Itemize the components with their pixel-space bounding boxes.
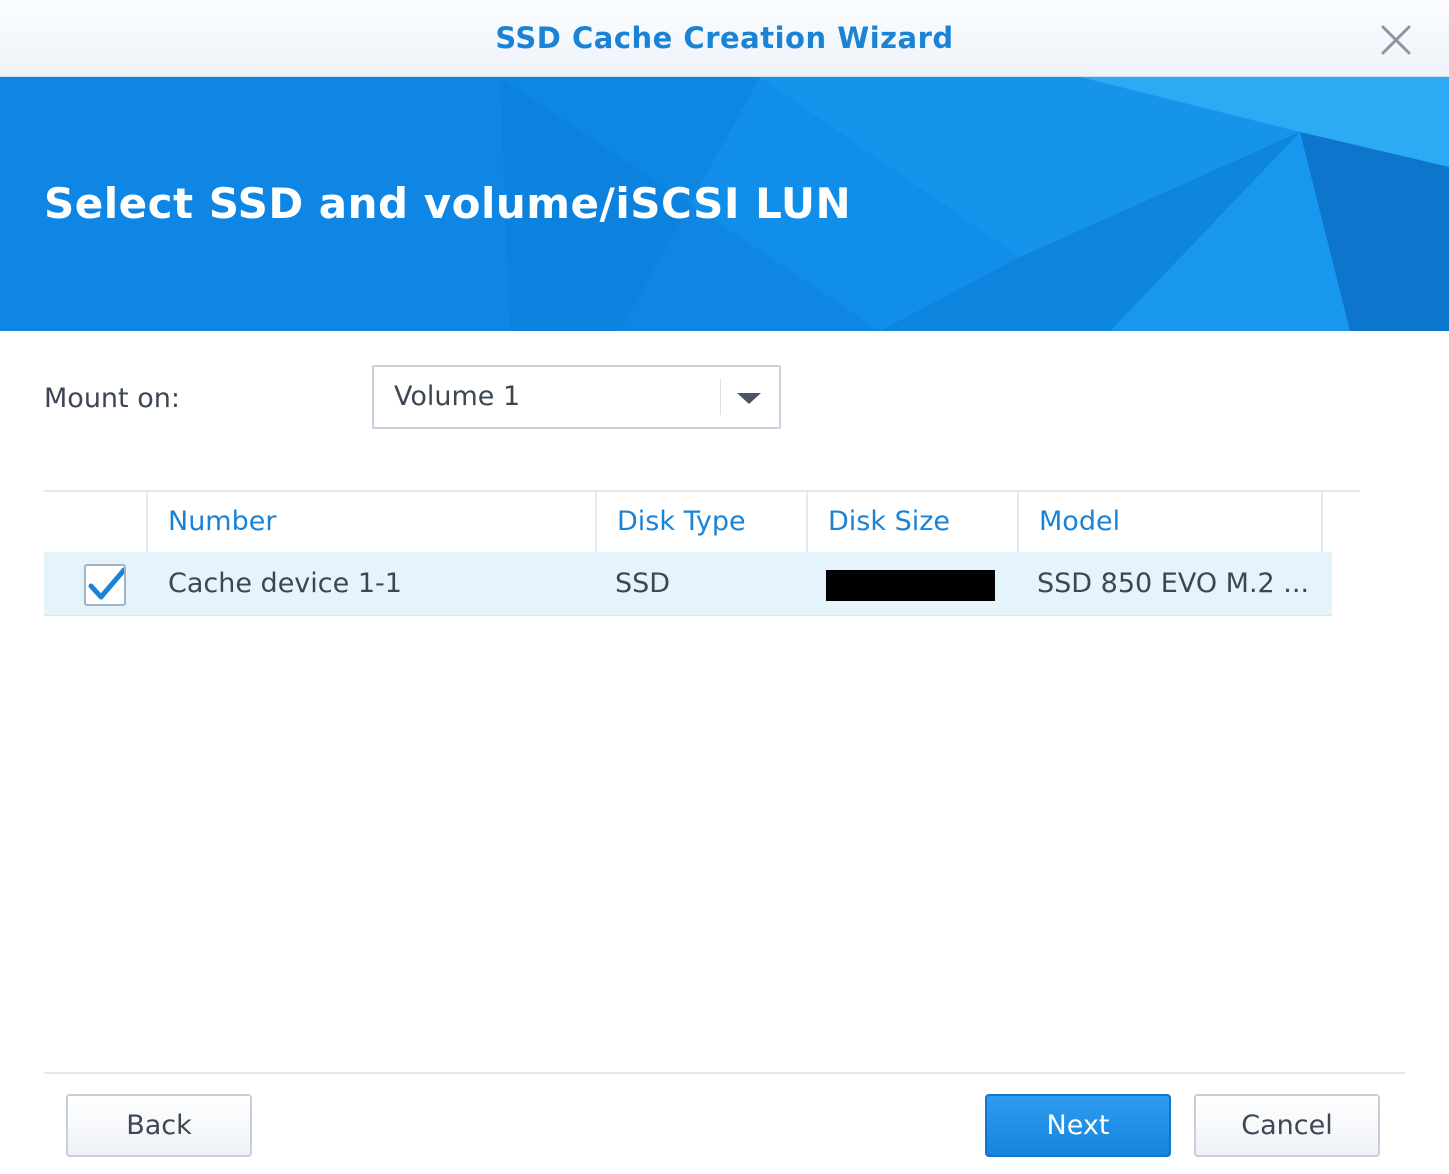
cell-disk-size-redacted — [826, 570, 995, 601]
ssd-table: Number Disk Type Disk Size Model Cache d… — [44, 490, 1360, 618]
table-row[interactable]: Cache device 1-1 SSD SSD 850 EVO M.2 ... — [44, 552, 1332, 616]
column-header-disk-type[interactable]: Disk Type — [595, 492, 807, 552]
table-header: Number Disk Type Disk Size Model — [44, 492, 1360, 552]
chevron-down-icon[interactable] — [737, 393, 761, 404]
title-bar: SSD Cache Creation Wizard — [0, 0, 1449, 77]
window-title: SSD Cache Creation Wizard — [495, 21, 954, 55]
column-header-model[interactable]: Model — [1017, 492, 1323, 552]
cell-model: SSD 850 EVO M.2 ... — [1037, 568, 1310, 599]
mount-on-value: Volume 1 — [394, 381, 521, 412]
mount-on-label: Mount on: — [44, 383, 180, 414]
close-button[interactable] — [1376, 20, 1416, 60]
checkmark-icon — [88, 567, 127, 600]
wizard-window: SSD Cache Creation Wizard Select SSD and… — [0, 0, 1449, 1174]
close-icon — [1381, 25, 1411, 55]
row-checkbox[interactable] — [84, 564, 127, 606]
cancel-button[interactable]: Cancel — [1194, 1094, 1380, 1157]
column-header-disk-size[interactable]: Disk Size — [806, 492, 1018, 552]
wizard-banner: Select SSD and volume/iSCSI LUN — [0, 77, 1449, 331]
column-header-select — [44, 492, 148, 552]
footer-divider — [44, 1072, 1405, 1074]
back-button[interactable]: Back — [66, 1094, 252, 1157]
column-header-number[interactable]: Number — [146, 492, 596, 552]
cell-number: Cache device 1-1 — [168, 568, 402, 599]
select-divider — [720, 379, 721, 415]
next-button[interactable]: Next — [985, 1094, 1171, 1157]
cell-disk-type: SSD — [615, 568, 671, 599]
page-title: Select SSD and volume/iSCSI LUN — [44, 179, 852, 228]
mount-on-select[interactable]: Volume 1 — [372, 365, 781, 429]
